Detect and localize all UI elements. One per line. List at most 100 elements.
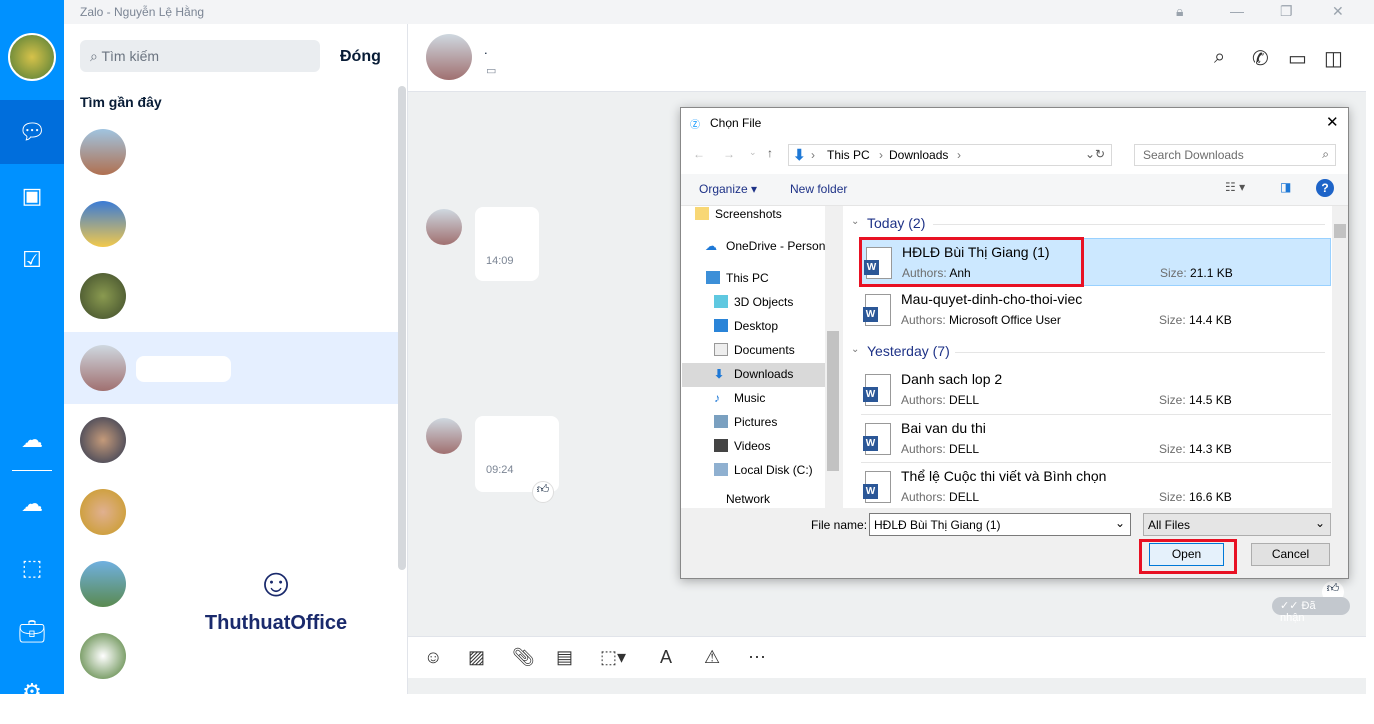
new-folder-button[interactable]: New folder <box>790 182 847 196</box>
chat-icon[interactable]: 💬︎ <box>0 100 64 164</box>
refresh-icon[interactable]: ↻ <box>1095 147 1105 161</box>
close-window-icon[interactable]: ✕ <box>1332 3 1344 20</box>
attach-icon[interactable]: 📎︎ <box>512 647 535 668</box>
file-item[interactable]: W Bai van du thi Authors: DELL Size: 14.3 K… <box>861 414 1331 462</box>
tree-item[interactable]: Pictures <box>714 411 777 433</box>
tree-item[interactable]: OneDrive - Personal <box>726 235 826 257</box>
tree-item[interactable]: ⬇ Downloads <box>714 363 793 385</box>
contact-row[interactable] <box>64 476 398 548</box>
briefcase-icon[interactable]: 💼︎ <box>0 600 64 664</box>
word-icon: W <box>863 374 891 406</box>
maximize-icon[interactable]: ❐ <box>1280 3 1293 20</box>
more-icon[interactable]: ⋯ <box>748 647 766 668</box>
phone-icon[interactable]: ✆ <box>1252 46 1269 71</box>
tree-item[interactable]: Desktop <box>714 315 778 337</box>
chat-name: . <box>484 42 488 57</box>
video-icon[interactable]: ▭ <box>1288 46 1307 71</box>
chat-avatar[interactable] <box>426 34 472 80</box>
contact-row[interactable] <box>64 332 398 404</box>
file-type-select[interactable]: All Files ⌄ <box>1143 513 1331 536</box>
settings-icon[interactable]: ⚙ <box>0 660 64 724</box>
divider <box>955 352 1325 353</box>
tree-item[interactable]: This PC <box>706 267 769 289</box>
composer-toolbar: ☺ ▨ 📎︎ ▤ ⬚▾ A ⚠ ⋯ <box>408 636 1366 678</box>
back-icon[interactable]: ← <box>693 147 705 161</box>
tree-item[interactable]: Network <box>726 492 770 506</box>
tree-item[interactable]: Local Disk (C:) <box>714 459 813 481</box>
tree-item[interactable]: Documents <box>714 339 795 361</box>
word-icon: W <box>863 471 891 503</box>
word-icon: W <box>863 294 891 326</box>
todo-icon[interactable]: ☑ <box>0 228 64 292</box>
3d-objects-icon <box>714 295 728 308</box>
tree-item[interactable]: 3D Objects <box>714 291 793 313</box>
file-item[interactable]: W Thể lệ Cuộc thi viết và Bình chọn Author… <box>861 462 1331 508</box>
file-size: Size: 14.3 KB <box>1159 442 1232 456</box>
search-icon[interactable]: ⌕ <box>1214 46 1225 69</box>
lock-icon[interactable]: 🔒︎ <box>1176 3 1183 20</box>
image-icon[interactable]: ▨ <box>468 647 485 668</box>
chevron-down-icon: ⌄ <box>1314 516 1325 530</box>
view-options-icon[interactable]: ☷ ▾ <box>1225 180 1245 194</box>
forward-icon[interactable]: → <box>723 147 735 161</box>
tree-item[interactable]: Videos <box>714 435 770 457</box>
contacts-icon[interactable]: ▣ <box>0 164 64 228</box>
help-icon[interactable]: ? <box>1316 179 1334 197</box>
tree-item[interactable]: ♪ Music <box>714 387 765 409</box>
breadcrumb-downloads[interactable]: Downloads <box>889 148 948 162</box>
recent-chevron-icon[interactable]: ⌄ <box>749 147 757 158</box>
screenshot-icon[interactable]: ⬚ <box>0 536 64 600</box>
tree-scrollbar[interactable] <box>825 206 841 508</box>
recent-heading: Tìm gần đây <box>80 94 162 110</box>
zcloud-icon[interactable]: ☁ <box>0 408 64 472</box>
pictures-icon <box>714 415 728 428</box>
organize-button[interactable]: Organize ▾ <box>699 182 757 196</box>
address-bar[interactable]: ⬇ › This PC › Downloads › ⌄ ↻ <box>788 144 1112 166</box>
music-icon: ♪ <box>714 391 720 405</box>
folder-icon <box>695 207 709 220</box>
my-avatar[interactable] <box>8 33 56 81</box>
cloud-icon[interactable]: ☁ <box>0 472 64 536</box>
tree-item[interactable]: Screenshots <box>695 203 782 225</box>
minimize-icon[interactable]: — <box>1230 3 1244 19</box>
contact-row[interactable] <box>64 404 398 476</box>
contact-card-icon[interactable]: ▤ <box>556 647 573 668</box>
status-text: Đã nhận <box>1280 600 1316 624</box>
desktop-icon <box>714 319 728 332</box>
chevron-down-icon[interactable]: ⌄ <box>1085 147 1095 161</box>
search-placeholder: Search Downloads <box>1143 148 1244 162</box>
command-bar: Organize ▾ New folder ☷ ▾ ◨ ? <box>681 174 1348 206</box>
divider <box>933 224 1325 225</box>
file-item[interactable]: W Danh sach lop 2 Authors: DELL Size: 14.5 … <box>861 366 1331 414</box>
file-item[interactable]: W Mau-quyet-dinh-cho-thoi-viec Authors: Mi… <box>861 286 1331 334</box>
search-input[interactable]: ⌕ Tìm kiếm <box>80 40 320 72</box>
close-icon[interactable]: ✕ <box>1326 113 1339 131</box>
group-yesterday[interactable]: Yesterday (7) <box>867 343 950 359</box>
contacts-scrollbar[interactable] <box>398 86 406 570</box>
screenshot-icon[interactable]: ⬚▾ <box>600 647 626 668</box>
collapse-icon[interactable]: ⌄ <box>851 216 859 227</box>
breadcrumb-this-pc[interactable]: This PC <box>827 148 870 162</box>
collapse-icon[interactable]: ⌄ <box>851 344 859 355</box>
avatar <box>80 633 126 679</box>
avatar <box>80 345 126 391</box>
reminder-icon[interactable]: ⚠ <box>704 647 720 668</box>
contact-row[interactable] <box>64 188 398 260</box>
sticker-icon[interactable]: ☺ <box>424 647 442 668</box>
like-icon[interactable]: 👍︎ <box>532 481 554 503</box>
downloads-icon: ⬇ <box>714 367 725 381</box>
contact-row[interactable] <box>64 116 398 188</box>
message-bubble[interactable]: 14:09 <box>475 207 539 281</box>
up-icon[interactable]: ↑ <box>767 146 773 160</box>
cancel-button[interactable]: Cancel <box>1251 543 1330 566</box>
filename-input[interactable]: HĐLĐ Bùi Thị Giang (1) ⌄ <box>869 513 1131 536</box>
format-icon[interactable]: A <box>660 647 672 668</box>
list-scrollbar[interactable] <box>1332 206 1348 508</box>
sidebar-toggle-icon[interactable]: ◫ <box>1324 46 1343 71</box>
close-search-button[interactable]: Đóng <box>340 48 381 66</box>
tag-icon[interactable]: ▭ <box>486 64 496 77</box>
group-today[interactable]: Today (2) <box>867 215 925 231</box>
contact-row[interactable] <box>64 260 398 332</box>
preview-pane-icon[interactable]: ◨ <box>1280 180 1291 194</box>
search-downloads-input[interactable]: Search Downloads ⌕ <box>1134 144 1336 166</box>
